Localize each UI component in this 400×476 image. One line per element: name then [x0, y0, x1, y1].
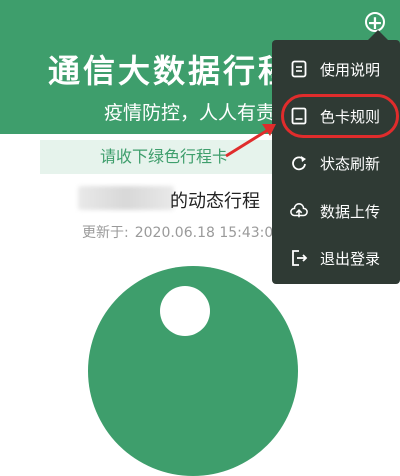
annotation-arrow [225, 124, 276, 158]
